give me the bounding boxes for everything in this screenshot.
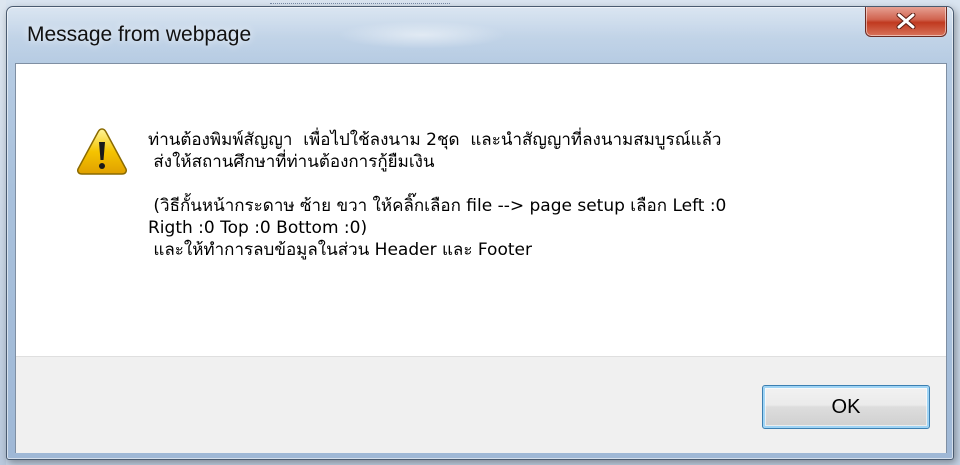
close-button[interactable] — [865, 7, 947, 37]
dialog-client-area: ท่านต้องพิมพ์สัญญา เพื่อไปใช้ลงนาม 2ชุด … — [15, 63, 947, 453]
message-line: (วิธีกั้นหน้ากระดาษ ซ้าย ขวา ให้คลิ๊กเลื… — [148, 196, 727, 216]
message-area: ท่านต้องพิมพ์สัญญา เพื่อไปใช้ลงนาม 2ชุด … — [16, 64, 946, 356]
message-line: Rigth :0 Top :0 Bottom :0) — [148, 218, 368, 238]
background-window-fragment — [270, 0, 450, 4]
message-line: ส่งให้สถานศึกษาที่ท่านต้องการกู้ยืมเงิน — [148, 152, 435, 172]
dialog-title: Message from webpage — [27, 23, 252, 46]
warning-icon — [77, 128, 127, 175]
message-blank-line — [148, 173, 918, 195]
ok-button[interactable]: OK — [762, 385, 930, 429]
message-dialog: Message from webpage ท่านต้องพิมพ์สัญญา … — [6, 6, 954, 460]
title-bar[interactable]: Message from webpage — [7, 7, 953, 63]
message-line: และให้ทำการลบข้อมูลในส่วน Header และ Foo… — [148, 240, 532, 260]
message-text: ท่านต้องพิมพ์สัญญา เพื่อไปใช้ลงนาม 2ชุด … — [148, 129, 918, 261]
title-bar-glow — [337, 21, 507, 49]
button-bar: OK — [16, 356, 946, 453]
message-line: ท่านต้องพิมพ์สัญญา เพื่อไปใช้ลงนาม 2ชุด … — [148, 130, 722, 150]
close-icon — [896, 13, 916, 29]
